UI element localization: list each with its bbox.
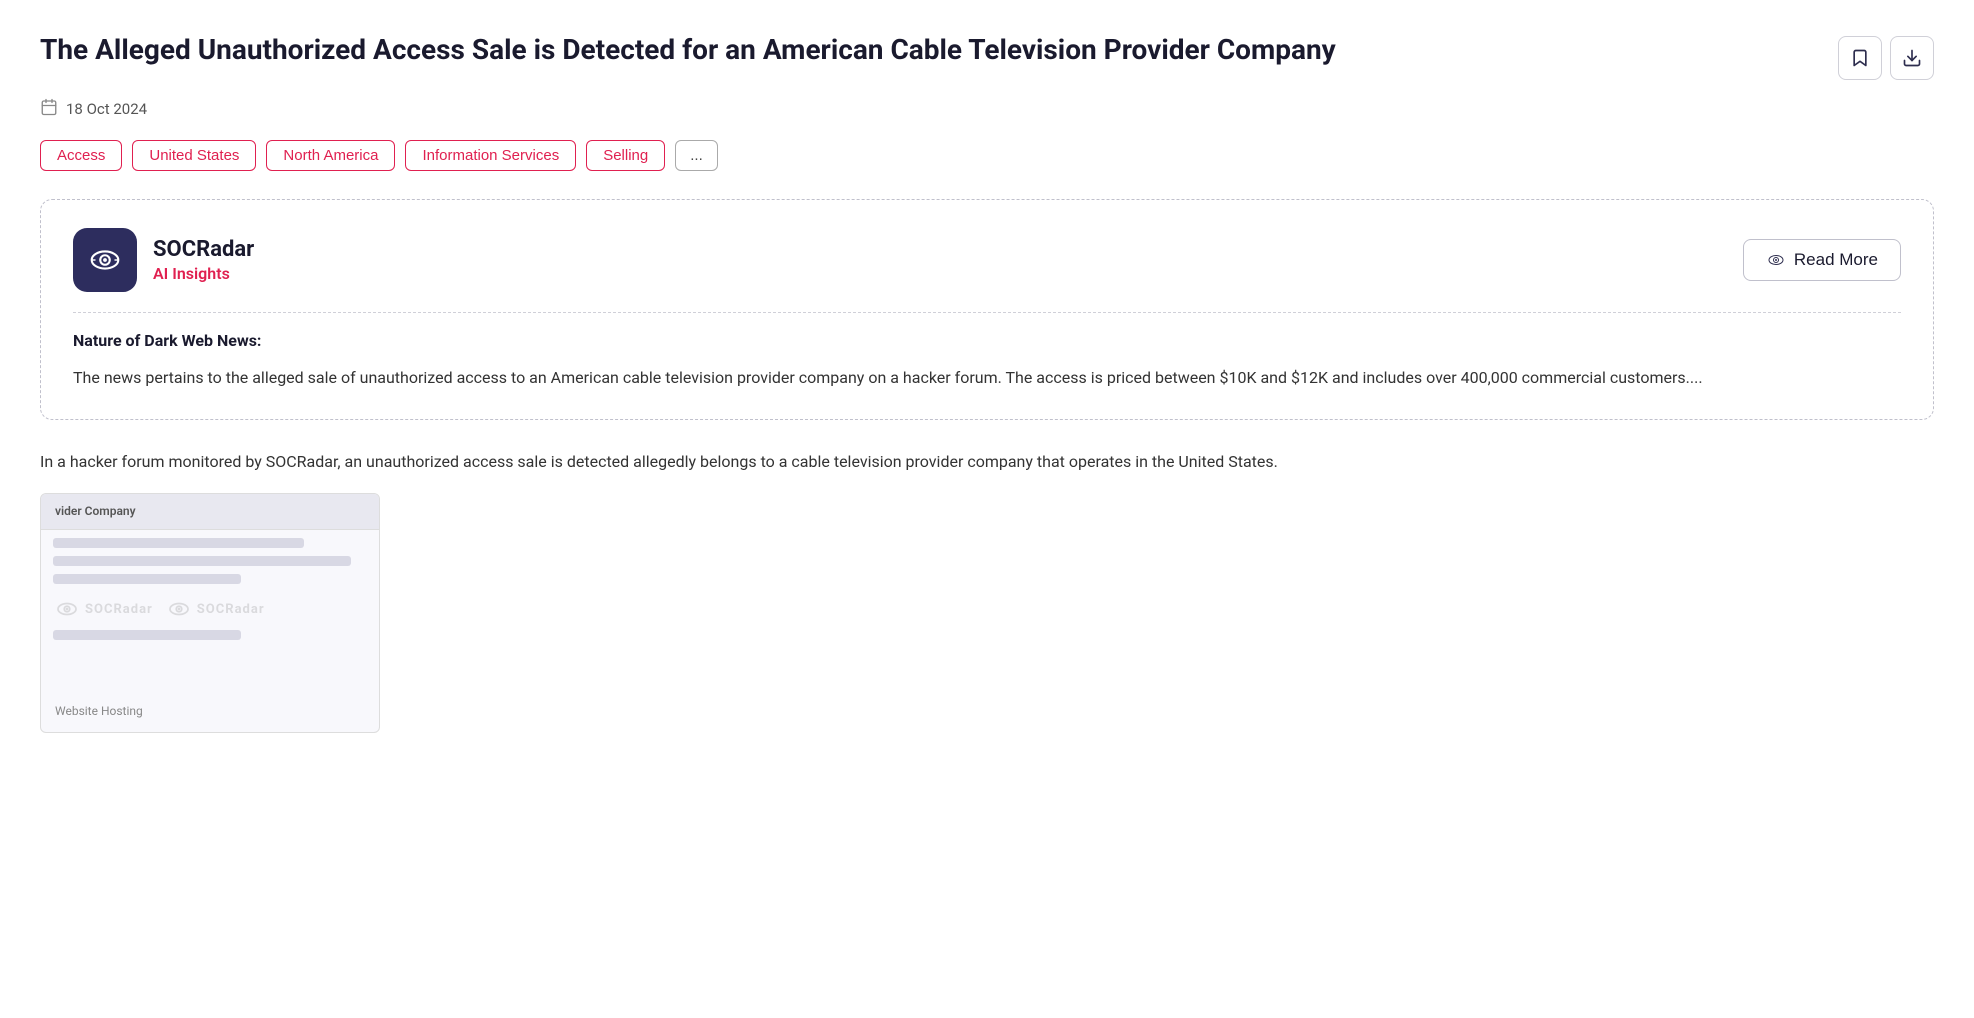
tag-united-states[interactable]: United States xyxy=(132,140,256,171)
ai-brand-name: SOCRadar xyxy=(153,237,254,263)
screenshot-bar: vider Company xyxy=(41,494,379,530)
tag-north-america[interactable]: North America xyxy=(266,140,395,171)
ai-brand-text: SOCRadar AI Insights xyxy=(153,237,254,282)
screenshot-line-3 xyxy=(53,574,241,584)
watermark-2: SOCRadar xyxy=(165,600,265,618)
tag-more-button[interactable]: ... xyxy=(675,140,718,171)
screenshot-line-2 xyxy=(53,556,351,566)
page-container: The Alleged Unauthorized Access Sale is … xyxy=(0,0,1974,1018)
bookmark-icon xyxy=(1850,48,1870,68)
ai-insights-card: SOCRadar AI Insights Read More Nature of… xyxy=(40,199,1934,420)
socradar-logo-box xyxy=(73,228,137,292)
read-more-button[interactable]: Read More xyxy=(1743,239,1901,281)
divider xyxy=(73,312,1901,313)
screenshot-watermarks-row: SOCRadar SOCRadar xyxy=(53,600,367,618)
read-more-icon xyxy=(1766,250,1786,270)
ai-brand: SOCRadar AI Insights xyxy=(73,228,254,292)
screenshot-title-bar-text: vider Company xyxy=(41,494,379,528)
screenshot-preview: vider Company SOCRadar xyxy=(40,493,380,733)
tag-information-services[interactable]: Information Services xyxy=(405,140,576,171)
article-date: 18 Oct 2024 xyxy=(66,100,147,118)
ai-insights-header: SOCRadar AI Insights Read More xyxy=(73,228,1901,292)
watermark-1: SOCRadar xyxy=(53,600,153,618)
tags-row: Access United States North America Infor… xyxy=(40,140,1934,171)
screenshot-line-1 xyxy=(53,538,304,548)
article-body: In a hacker forum monitored by SOCRadar,… xyxy=(40,448,1934,475)
header-actions xyxy=(1838,36,1934,80)
header-row: The Alleged Unauthorized Access Sale is … xyxy=(40,32,1934,80)
screenshot-label: Website Hosting xyxy=(55,704,143,718)
calendar-icon xyxy=(40,98,58,120)
tag-access[interactable]: Access xyxy=(40,140,122,171)
date-row: 18 Oct 2024 xyxy=(40,98,1934,120)
read-more-label: Read More xyxy=(1794,250,1878,270)
ai-brand-sub: AI Insights xyxy=(153,264,254,283)
socradar-logo-icon xyxy=(86,241,124,279)
nature-text: The news pertains to the alleged sale of… xyxy=(73,364,1901,391)
article-title: The Alleged Unauthorized Access Sale is … xyxy=(40,32,1838,68)
tag-selling[interactable]: Selling xyxy=(586,140,665,171)
nature-label: Nature of Dark Web News: xyxy=(73,331,1901,350)
screenshot-inner: SOCRadar SOCRadar xyxy=(41,530,379,656)
screenshot-line-4 xyxy=(53,630,241,640)
download-button[interactable] xyxy=(1890,36,1934,80)
download-icon xyxy=(1902,48,1922,68)
bookmark-button[interactable] xyxy=(1838,36,1882,80)
